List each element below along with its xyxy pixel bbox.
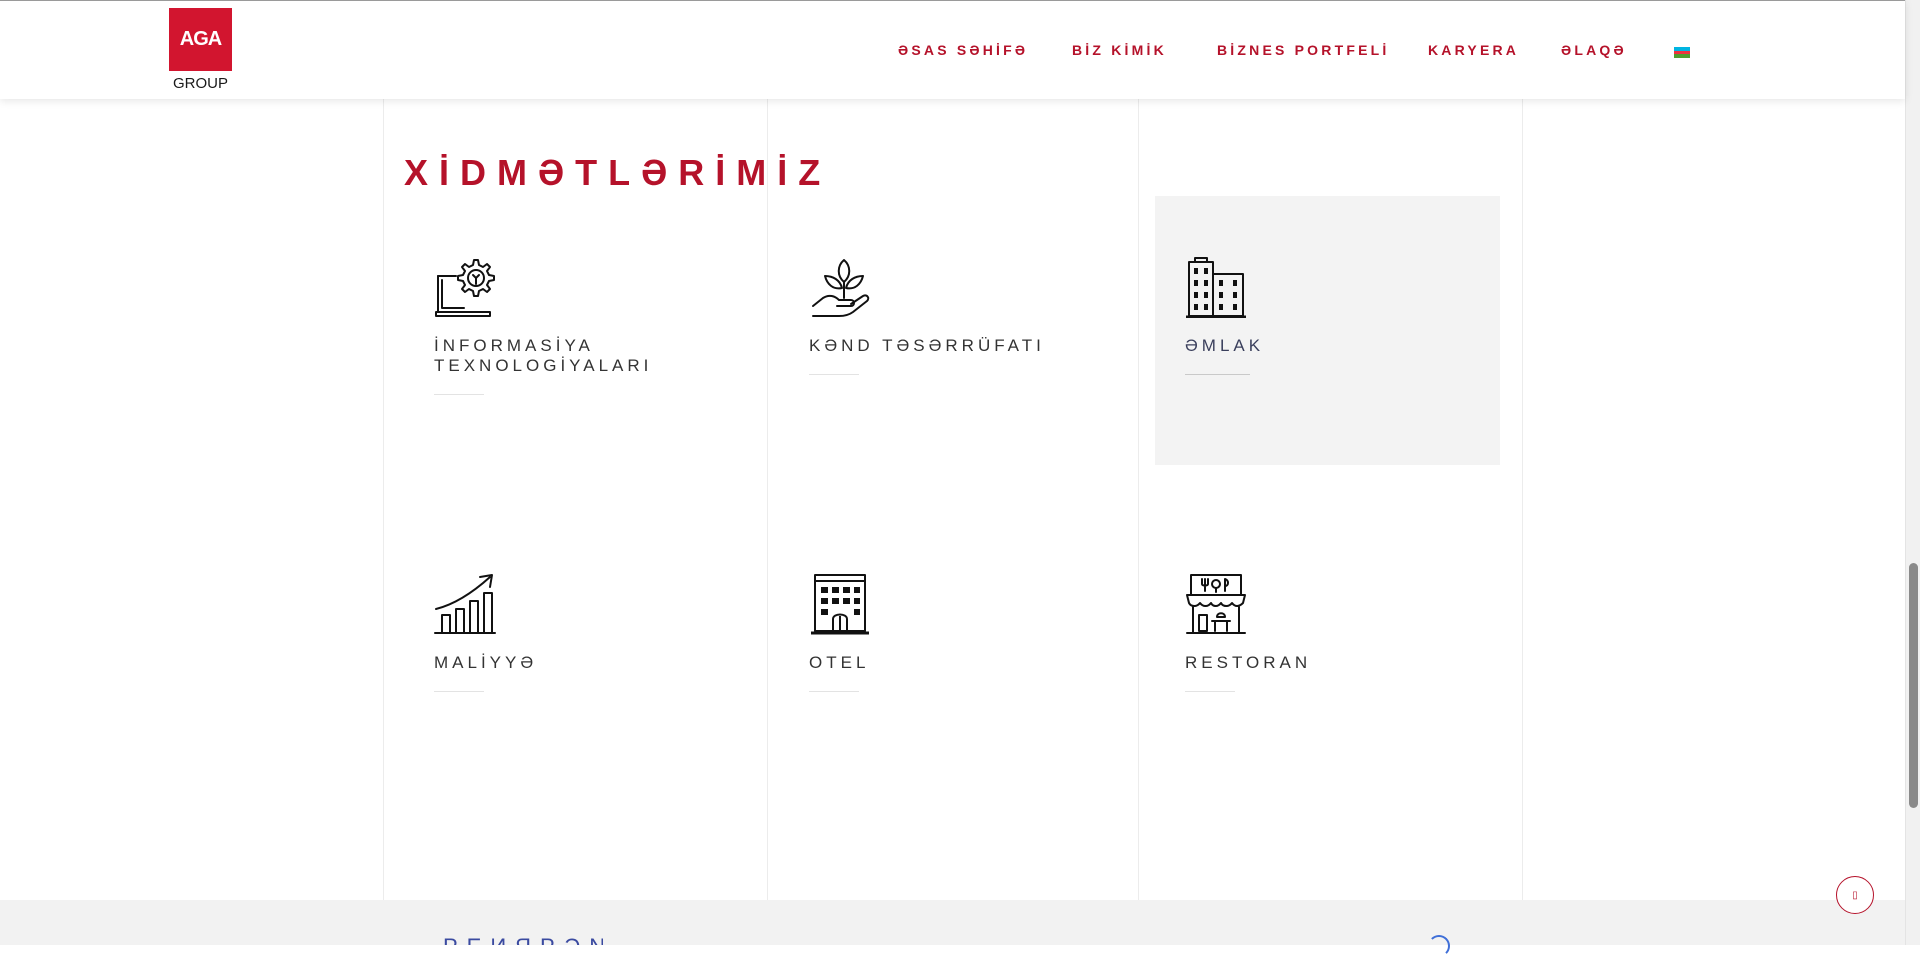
services-title: XİDMƏTLƏRİMİZ — [404, 151, 832, 193]
scroll-to-top-button[interactable]: ▯ — [1836, 876, 1874, 914]
service-label: RESTORAN — [1185, 653, 1312, 672]
main-nav: ƏSAS SƏHİFƏ BİZ KİMİK BİZNES PORTFELİ KA… — [0, 42, 1905, 62]
nav-home[interactable]: ƏSAS SƏHİFƏ — [898, 42, 1028, 58]
service-card-agriculture[interactable]: KƏND TƏSƏRRÜFATI — [809, 256, 1109, 375]
service-card-restaurant[interactable]: RESTORAN — [1185, 573, 1485, 692]
growth-chart-icon — [434, 574, 496, 634]
column-divider — [1522, 99, 1523, 900]
service-label: OTEL — [809, 653, 870, 672]
scrollbar-thumb[interactable] — [1909, 563, 1918, 808]
service-underline — [809, 691, 859, 692]
loading-spinner-icon — [1428, 935, 1450, 957]
nav-contact[interactable]: ƏLAQƏ — [1561, 42, 1627, 58]
nav-career[interactable]: KARYERA — [1428, 42, 1519, 58]
service-card-real-estate[interactable]: ƏMLAK — [1185, 256, 1485, 375]
service-card-hotel[interactable]: OTEL — [809, 573, 1109, 692]
service-card-it[interactable]: İNFORMASİYA TEXNOLOGİYALARI — [434, 256, 734, 395]
buildings-icon — [1186, 257, 1246, 318]
hand-plant-icon — [812, 259, 870, 317]
service-label: MALİYYƏ — [434, 653, 538, 672]
nav-about[interactable]: BİZ KİMİK — [1072, 42, 1167, 58]
site-header: AGA GROUP ƏSAS SƏHİFƏ BİZ KİMİK BİZNES P… — [0, 0, 1905, 99]
column-divider — [767, 99, 768, 900]
service-label: KƏND TƏSƏRRÜFATI — [809, 336, 1045, 355]
footer-heading-peek: PEИЯPƏN — [443, 936, 603, 945]
azerbaijan-flag-icon[interactable] — [1674, 47, 1690, 58]
service-underline — [809, 374, 859, 375]
logo-subtext: GROUP — [172, 75, 228, 92]
restaurant-icon — [1186, 574, 1246, 634]
laptop-gear-icon — [435, 259, 495, 317]
footer-section — [0, 900, 1905, 945]
arrow-up-icon: ▯ — [1852, 889, 1858, 901]
service-underline — [434, 691, 484, 692]
service-card-finance[interactable]: MALİYYƏ — [434, 573, 734, 692]
service-underline — [434, 394, 484, 395]
service-underline — [1185, 691, 1235, 692]
nav-portfolio[interactable]: BİZNES PORTFELİ — [1217, 42, 1389, 58]
scrollbar[interactable] — [1905, 0, 1920, 945]
hotel-icon — [811, 574, 869, 635]
service-underline — [1185, 374, 1250, 375]
service-label: İNFORMASİYA TEXNOLOGİYALARI — [434, 336, 653, 375]
column-divider — [383, 99, 384, 900]
column-divider — [1138, 99, 1139, 900]
service-label: ƏMLAK — [1185, 336, 1265, 355]
footer-heading: PEИЯPƏN — [443, 936, 603, 945]
